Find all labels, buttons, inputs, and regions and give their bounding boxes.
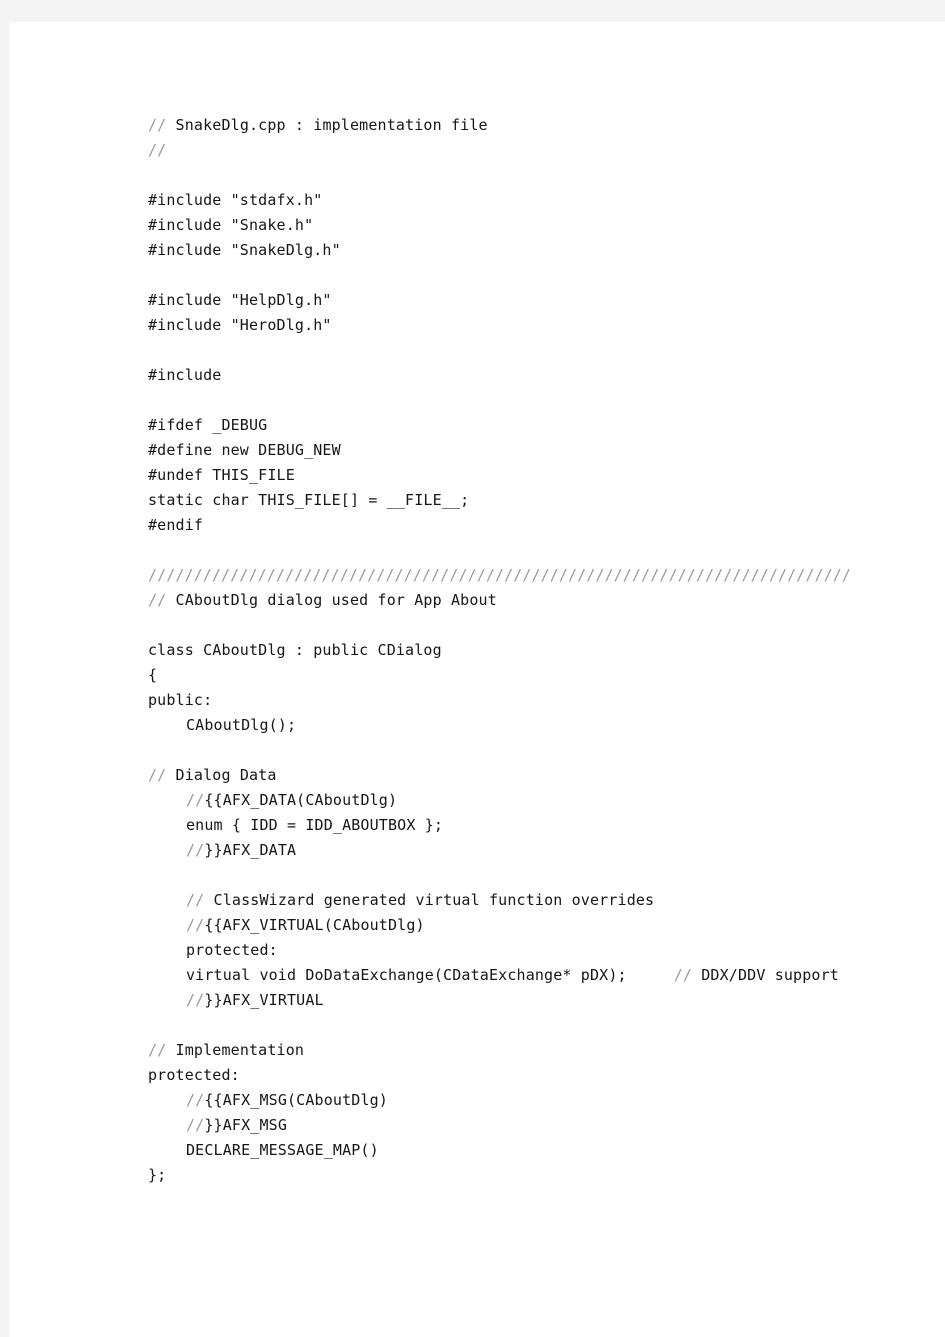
code-line: virtual void DoDataExchange(CDataExchang…	[148, 963, 908, 988]
comment-marker: //	[186, 1091, 205, 1109]
code-text: CAboutDlg();	[186, 716, 297, 734]
comment-marker: //	[186, 916, 205, 934]
code-line: //{{AFX_DATA(CAboutDlg)	[148, 788, 908, 813]
code-line: };	[148, 1163, 908, 1188]
code-line: protected:	[148, 1063, 908, 1088]
code-line: // CAboutDlg dialog used for App About	[148, 588, 908, 613]
code-text: }}AFX_DATA	[204, 841, 297, 859]
code-text: #include "Snake.h"	[148, 216, 314, 234]
code-line: #include "stdafx.h"	[148, 188, 908, 213]
comment-marker: //	[148, 116, 167, 134]
code-line: //{{AFX_VIRTUAL(CAboutDlg)	[148, 913, 908, 938]
code-text: DECLARE_MESSAGE_MAP()	[186, 1141, 379, 1159]
code-line: class CAboutDlg : public CDialog	[148, 638, 908, 663]
code-line: #include "Snake.h"	[148, 213, 908, 238]
code-text: SnakeDlg.cpp : implementation file	[166, 116, 488, 134]
code-line: protected:	[148, 938, 908, 963]
code-line: //}}AFX_DATA	[148, 838, 908, 863]
code-text: virtual void DoDataExchange(CDataExchang…	[186, 966, 627, 984]
trailing-comment-marker: //	[673, 966, 693, 984]
code-line: #ifdef _DEBUG	[148, 413, 908, 438]
code-line: #include "HeroDlg.h"	[148, 313, 908, 338]
code-line: #include "HelpDlg.h"	[148, 288, 908, 313]
code-text: #include "HelpDlg.h"	[148, 291, 332, 309]
code-text: public:	[148, 691, 213, 709]
code-text: {	[148, 666, 158, 684]
code-text: protected:	[186, 941, 278, 959]
comment-marker: //	[186, 791, 205, 809]
code-text: Implementation	[166, 1041, 305, 1059]
code-line: // Implementation	[148, 1038, 908, 1063]
code-line: #include	[148, 363, 908, 388]
code-text: #include	[148, 366, 222, 384]
code-line: //	[148, 138, 908, 163]
code-text: #endif	[148, 516, 204, 534]
code-line: enum { IDD = IDD_ABOUTBOX };	[148, 813, 908, 838]
comment-marker: //	[148, 766, 167, 784]
code-line: CAboutDlg();	[148, 713, 908, 738]
code-text: protected:	[148, 1066, 240, 1084]
code-text: #include "SnakeDlg.h"	[148, 241, 341, 259]
code-text: }}AFX_VIRTUAL	[204, 991, 324, 1009]
code-text: {{AFX_VIRTUAL(CAboutDlg)	[204, 916, 425, 934]
code-line: //{{AFX_MSG(CAboutDlg)	[148, 1088, 908, 1113]
comment-marker: //	[186, 891, 205, 909]
trailing-comment-text: DDX/DDV support	[692, 966, 839, 984]
code-line: static char THIS_FILE[] = __FILE__;	[148, 488, 908, 513]
code-text: };	[148, 1166, 167, 1184]
code-text: #undef THIS_FILE	[148, 466, 295, 484]
code-text: #ifdef _DEBUG	[148, 416, 268, 434]
code-line: DECLARE_MESSAGE_MAP()	[148, 1138, 908, 1163]
code-line: #define new DEBUG_NEW	[148, 438, 908, 463]
comment-rule: ////////////////////////////////////////…	[148, 566, 852, 584]
code-line: #undef THIS_FILE	[148, 463, 908, 488]
code-line: // ClassWizard generated virtual functio…	[148, 888, 908, 913]
code-text: #include "HeroDlg.h"	[148, 316, 332, 334]
code-text: }}AFX_MSG	[204, 1116, 288, 1134]
code-text: ClassWizard generated virtual function o…	[204, 891, 655, 909]
code-line: public:	[148, 688, 908, 713]
comment-marker: //	[186, 991, 205, 1009]
code-listing: // SnakeDlg.cpp : implementation file// …	[148, 113, 908, 1188]
code-text: #include "stdafx.h"	[148, 191, 323, 209]
code-text: {{AFX_MSG(CAboutDlg)	[204, 1091, 388, 1109]
code-line: //}}AFX_MSG	[148, 1113, 908, 1138]
code-line: #endif	[148, 513, 908, 538]
comment-marker: //	[148, 141, 167, 159]
code-line: //}}AFX_VIRTUAL	[148, 988, 908, 1013]
code-text: Dialog Data	[166, 766, 277, 784]
code-line: #include "SnakeDlg.h"	[148, 238, 908, 263]
comment-marker: //	[186, 841, 205, 859]
comment-marker: //	[148, 591, 167, 609]
code-line: ////////////////////////////////////////…	[148, 563, 908, 588]
code-line: // SnakeDlg.cpp : implementation file	[148, 113, 908, 138]
code-text: CAboutDlg dialog used for App About	[166, 591, 497, 609]
comment-marker: //	[148, 1041, 167, 1059]
comment-marker: //	[186, 1116, 205, 1134]
code-line: {	[148, 663, 908, 688]
code-text: #define new DEBUG_NEW	[148, 441, 341, 459]
document-page: // SnakeDlg.cpp : implementation file// …	[9, 22, 945, 1337]
code-text: static char THIS_FILE[] = __FILE__;	[148, 491, 470, 509]
code-line: // Dialog Data	[148, 763, 908, 788]
code-text: enum { IDD = IDD_ABOUTBOX };	[186, 816, 444, 834]
code-text: class CAboutDlg : public CDialog	[148, 641, 442, 659]
code-text: {{AFX_DATA(CAboutDlg)	[204, 791, 398, 809]
